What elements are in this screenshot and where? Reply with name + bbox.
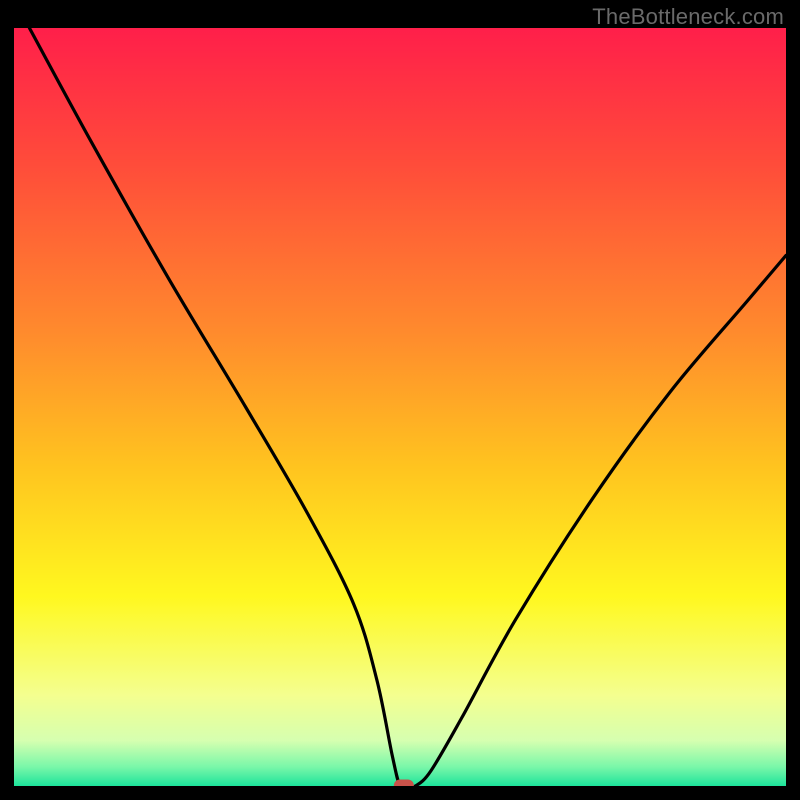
watermark-label: TheBottleneck.com bbox=[592, 4, 784, 30]
plot-area bbox=[14, 28, 786, 786]
gradient-background bbox=[14, 28, 786, 786]
chart-frame: TheBottleneck.com bbox=[0, 0, 800, 800]
optimum-marker bbox=[394, 780, 414, 787]
chart-svg bbox=[14, 28, 786, 786]
